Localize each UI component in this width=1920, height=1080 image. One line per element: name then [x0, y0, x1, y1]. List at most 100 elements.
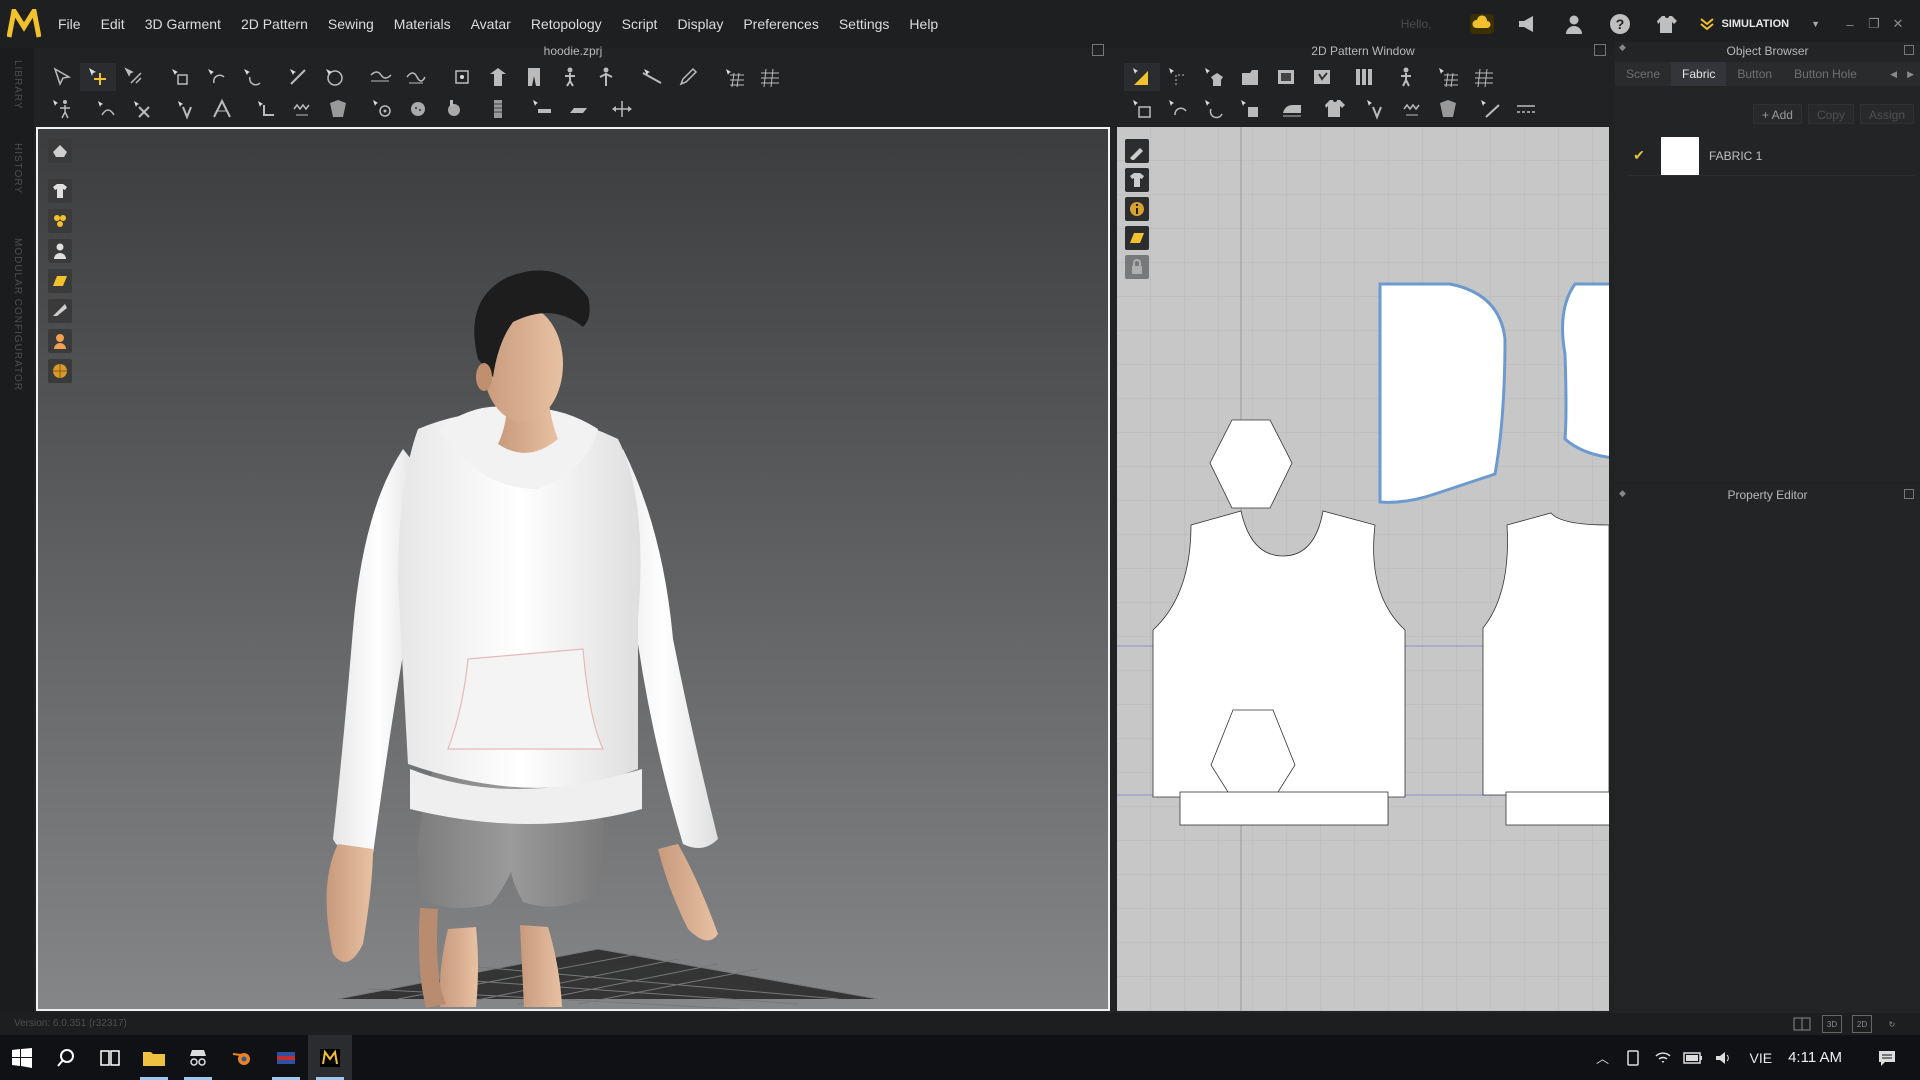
steam-iron-icon[interactable] [1274, 95, 1310, 123]
draw-line-icon[interactable] [280, 63, 316, 91]
polygon-icon[interactable] [1232, 63, 1268, 91]
edit-curvature-icon[interactable] [88, 95, 124, 123]
tab-button[interactable]: Button [1726, 62, 1783, 86]
marvelous-logo-icon[interactable] [0, 0, 48, 48]
baseline-icon[interactable] [1472, 95, 1508, 123]
garment-share-icon[interactable] [1653, 11, 1679, 37]
tab-scroll-left-icon[interactable]: ◀ [1890, 62, 1897, 86]
pattern-sleeve-right[interactable] [1561, 282, 1609, 459]
pattern-undock-icon[interactable] [1594, 44, 1606, 56]
button-tool-icon[interactable] [320, 95, 356, 123]
battery-icon[interactable] [1678, 1051, 1708, 1064]
free-seam-icon[interactable] [204, 95, 240, 123]
unfold-icon[interactable] [234, 63, 270, 91]
assign-fabric-button[interactable]: Assign [1859, 104, 1914, 124]
simulation-dropdown-icon[interactable]: ▼ [1811, 19, 1820, 29]
pattern-shirt-icon[interactable] [1125, 168, 1149, 192]
menu-2d-pattern[interactable]: 2D Pattern [231, 0, 318, 48]
pin-garment-icon[interactable] [316, 63, 352, 91]
view-2d-button[interactable]: 2D [1852, 1015, 1872, 1033]
blender-icon[interactable] [220, 1035, 264, 1080]
rectangle-icon[interactable] [1268, 63, 1304, 91]
simulation-mode-button[interactable]: SIMULATION ▼ [1699, 17, 1820, 31]
restore-button[interactable]: ❐ [1862, 16, 1886, 32]
search-icon[interactable] [44, 1035, 88, 1080]
menu-display[interactable]: Display [667, 0, 733, 48]
stitch-icon[interactable] [284, 95, 320, 123]
buttonhole-icon[interactable] [436, 95, 472, 123]
history-tab[interactable]: HISTORY [12, 143, 23, 194]
tray-expand-icon[interactable]: ︿ [1588, 1048, 1618, 1067]
fabric-strip-icon[interactable] [560, 95, 596, 123]
volume-icon[interactable] [1708, 1050, 1738, 1066]
free-sewing-icon[interactable] [1196, 95, 1232, 123]
avatar-pose-icon[interactable] [552, 63, 588, 91]
trace-avatar-icon[interactable] [1388, 63, 1424, 91]
transform-pattern-icon[interactable] [1124, 63, 1160, 91]
pattern-texture-icon[interactable] [1125, 226, 1149, 250]
view-split-icon[interactable] [1792, 1015, 1812, 1033]
tab-fabric[interactable]: Fabric [1671, 62, 1727, 86]
pants-icon[interactable] [516, 63, 552, 91]
select-avatar-icon[interactable] [44, 95, 80, 123]
pattern-sleeve-left[interactable] [1378, 282, 1507, 504]
modular-configurator-tab[interactable]: MODULAR CONFIGURATOR [12, 238, 23, 391]
3d-viewport[interactable] [36, 127, 1110, 1011]
pattern-info-icon[interactable] [1125, 197, 1149, 221]
taskbar-clock[interactable]: 4:11 AM [1788, 1049, 1842, 1066]
marvelous-designer-taskbar-icon[interactable] [308, 1035, 352, 1080]
dart-icon[interactable] [1346, 63, 1382, 91]
avatar-measure-icon[interactable] [588, 63, 624, 91]
tape-icon[interactable] [524, 95, 560, 123]
grid-select-icon[interactable] [716, 63, 752, 91]
device-icon[interactable] [1618, 1049, 1648, 1066]
menu-preferences[interactable]: Preferences [733, 0, 828, 48]
pattern-grid-select-icon[interactable] [1430, 63, 1466, 91]
menu-edit[interactable]: Edit [91, 0, 135, 48]
edit-sewing-icon[interactable] [1124, 95, 1160, 123]
library-tab[interactable]: LIBRARY [12, 60, 23, 110]
menu-help[interactable]: Help [899, 0, 948, 48]
fold-arrangement-icon[interactable] [162, 63, 198, 91]
tab-button-hole[interactable]: Button Hole [1783, 62, 1868, 86]
start-icon[interactable] [0, 1035, 44, 1080]
seam-tool-icon[interactable] [168, 95, 204, 123]
user-profile-icon[interactable] [1561, 11, 1587, 37]
task-view-icon[interactable] [88, 1035, 132, 1080]
menu-sewing[interactable]: Sewing [318, 0, 384, 48]
menu-settings[interactable]: Settings [829, 0, 900, 48]
add-fabric-button[interactable]: + Add [1752, 104, 1802, 124]
menu-script[interactable]: Script [612, 0, 668, 48]
gizmo-move-icon[interactable] [80, 63, 116, 91]
button-icon[interactable] [400, 95, 436, 123]
fabric-list-item[interactable]: ✔ FABRIC 1 [1627, 136, 1915, 176]
pattern-seam-icon[interactable] [1394, 95, 1430, 123]
pattern-grid-icon[interactable] [1466, 63, 1502, 91]
select-button-icon[interactable] [364, 95, 400, 123]
pattern-brush-icon[interactable] [1125, 139, 1149, 163]
menu-3d-garment[interactable]: 3D Garment [135, 0, 231, 48]
announcement-icon[interactable] [1515, 11, 1541, 37]
notifications-icon[interactable] [1872, 1049, 1902, 1067]
segment-sewing-icon[interactable] [1160, 95, 1196, 123]
input-language[interactable]: VIE [1750, 1050, 1773, 1066]
viewport-undock-icon[interactable] [1092, 44, 1104, 56]
refresh-icon[interactable]: ↻ [1882, 1015, 1902, 1033]
view-3d-button[interactable]: 3D [1822, 1015, 1842, 1033]
avatar-arrange-icon[interactable] [480, 63, 516, 91]
wifi-icon[interactable] [1648, 1050, 1678, 1066]
menu-avatar[interactable]: Avatar [461, 0, 521, 48]
incognito-app-icon[interactable] [176, 1035, 220, 1080]
edit-point-icon[interactable] [1160, 63, 1196, 91]
transform-icon[interactable] [604, 95, 640, 123]
edit-pattern-icon[interactable] [1196, 63, 1232, 91]
file-explorer-icon[interactable] [132, 1035, 176, 1080]
zipper-icon[interactable] [480, 95, 516, 123]
pattern-button-icon[interactable] [1430, 95, 1466, 123]
property-editor-undock-icon[interactable] [1904, 489, 1914, 499]
tuck-icon[interactable] [398, 63, 434, 91]
pattern-front-hem[interactable] [1179, 791, 1389, 826]
sew-segment-icon[interactable] [248, 95, 284, 123]
garment-fit-icon[interactable] [1316, 95, 1352, 123]
cloud-icon[interactable] [1469, 11, 1495, 37]
